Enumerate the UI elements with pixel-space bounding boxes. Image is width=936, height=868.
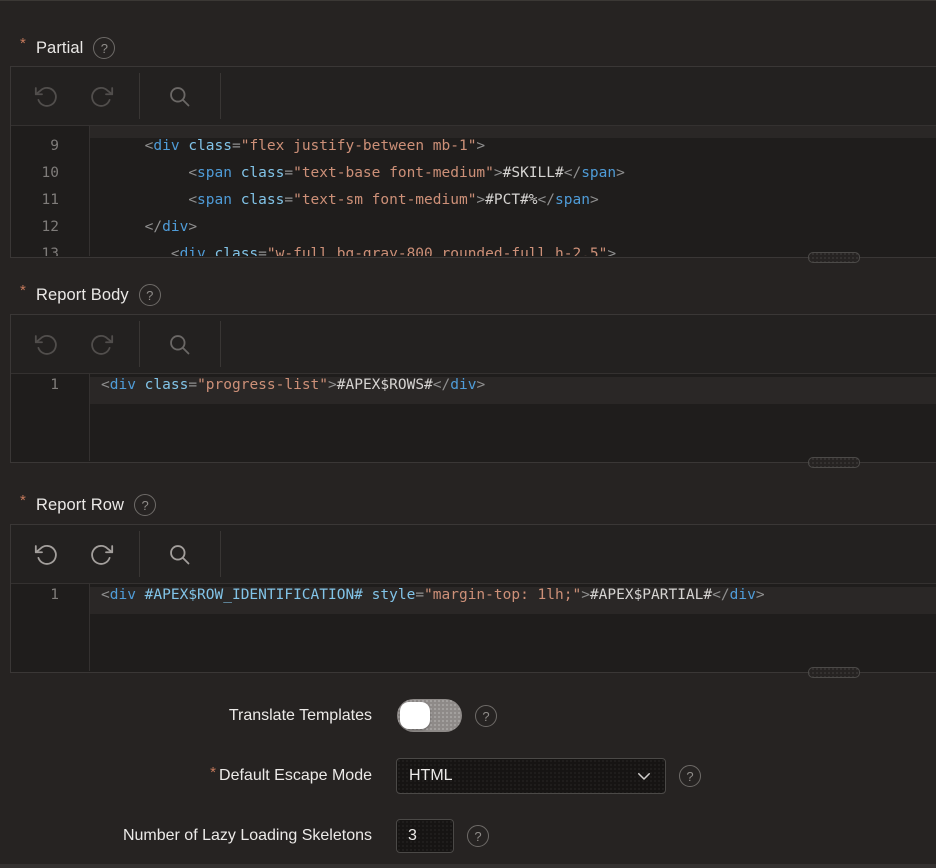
undo-icon: [33, 83, 60, 110]
line-number: 12: [11, 219, 89, 246]
translate-templates-help-button[interactable]: ?: [475, 705, 497, 727]
required-marker: *: [20, 492, 26, 509]
search-button[interactable]: [166, 331, 193, 358]
report-body-label-text: Report Body: [36, 286, 129, 305]
line-number-gutter: 1: [11, 374, 90, 461]
toolbar-divider: [220, 73, 221, 119]
redo-button[interactable]: [88, 541, 115, 568]
partial-code-editor: 8910111213 {else/} <div class="flex just…: [10, 66, 936, 258]
code-line[interactable]: <span class="text-sm font-medium">#PCT#%…: [90, 192, 936, 219]
line-number: 1: [11, 377, 89, 404]
code-line[interactable]: </div>: [90, 219, 936, 246]
code-line[interactable]: <div class="flex justify-between mb-1">: [90, 138, 936, 165]
section-divider: [0, 864, 936, 868]
editor-toolbar: [11, 315, 936, 374]
code-line[interactable]: <div class="progress-list">#APEX$ROWS#</…: [90, 377, 936, 404]
report-row-code-editor: 1 <div #APEX$ROW_IDENTIFICATION# style="…: [10, 524, 936, 673]
undo-icon: [33, 541, 60, 568]
editor-toolbar: [11, 525, 936, 584]
code-line[interactable]: <div #APEX$ROW_IDENTIFICATION# style="ma…: [90, 587, 936, 614]
help-icon: ?: [686, 770, 693, 783]
code-content[interactable]: <div #APEX$ROW_IDENTIFICATION# style="ma…: [90, 584, 936, 671]
translate-templates-label: Translate Templates: [229, 707, 372, 725]
undo-button[interactable]: [33, 331, 60, 358]
report-row-help-button[interactable]: ?: [134, 494, 156, 516]
code-line[interactable]: <span class="text-base font-medium">#SKI…: [90, 165, 936, 192]
report-body-help-button[interactable]: ?: [139, 284, 161, 306]
lazy-skeletons-label: Number of Lazy Loading Skeletons: [123, 827, 372, 845]
line-number: 10: [11, 165, 89, 192]
report-row-label-text: Report Row: [36, 496, 124, 515]
redo-button[interactable]: [88, 331, 115, 358]
help-icon: ?: [146, 289, 153, 302]
code-area[interactable]: 8910111213 {else/} <div class="flex just…: [11, 126, 936, 256]
help-icon: ?: [101, 42, 108, 55]
editor-resize-handle[interactable]: [808, 457, 860, 468]
editor-resize-handle[interactable]: [808, 667, 860, 678]
code-line[interactable]: {else/}: [90, 126, 936, 138]
help-icon: ?: [141, 499, 148, 512]
template-editor-panel: *Partial ? 8910111213 {else/} <div class…: [0, 0, 936, 868]
default-escape-mode-select[interactable]: HTML: [396, 758, 666, 794]
line-number: 13: [11, 246, 89, 256]
search-icon: [166, 331, 193, 358]
search-icon: [166, 541, 193, 568]
report-body-code-editor: 1 <div class="progress-list">#APEX$ROWS#…: [10, 314, 936, 463]
code-area[interactable]: 1 <div #APEX$ROW_IDENTIFICATION# style="…: [11, 584, 936, 671]
partial-field-label: * Partial ?: [20, 37, 115, 59]
search-button[interactable]: [166, 541, 193, 568]
partial-label-text: Partial: [36, 39, 83, 58]
editor-toolbar: [11, 67, 936, 126]
undo-icon: [33, 331, 60, 358]
line-number: 9: [11, 138, 89, 165]
undo-button[interactable]: [33, 83, 60, 110]
lazy-skeletons-input[interactable]: [396, 819, 454, 853]
line-number-gutter: 1: [11, 584, 90, 671]
default-escape-mode-label: * Default Escape Mode: [210, 767, 372, 785]
lazy-skeletons-label-text: Number of Lazy Loading Skeletons: [123, 827, 372, 845]
required-marker: *: [210, 764, 216, 781]
toolbar-divider: [139, 531, 140, 577]
code-content[interactable]: <div class="progress-list">#APEX$ROWS#</…: [90, 374, 936, 461]
undo-button[interactable]: [33, 541, 60, 568]
report-body-field-label: * Report Body ?: [20, 284, 161, 306]
translate-templates-label-text: Translate Templates: [229, 707, 372, 725]
chevron-down-icon: [635, 767, 653, 785]
line-number-gutter: 8910111213: [11, 126, 90, 256]
redo-icon: [88, 83, 115, 110]
toggle-knob: [400, 702, 430, 729]
line-number: 11: [11, 192, 89, 219]
toolbar-divider: [220, 321, 221, 367]
redo-button[interactable]: [88, 83, 115, 110]
code-area[interactable]: 1 <div class="progress-list">#APEX$ROWS#…: [11, 374, 936, 461]
toolbar-divider: [139, 73, 140, 119]
default-escape-mode-label-text: Default Escape Mode: [219, 767, 372, 785]
search-button[interactable]: [166, 83, 193, 110]
toolbar-divider: [139, 321, 140, 367]
search-icon: [166, 83, 193, 110]
required-marker: *: [20, 282, 26, 299]
partial-help-button[interactable]: ?: [93, 37, 115, 59]
code-content[interactable]: {else/} <div class="flex justify-between…: [90, 126, 936, 256]
line-number: 8: [11, 126, 89, 138]
required-marker: *: [20, 35, 26, 52]
redo-icon: [88, 331, 115, 358]
default-escape-mode-help-button[interactable]: ?: [679, 765, 701, 787]
editor-resize-handle[interactable]: [808, 252, 860, 263]
report-row-field-label: * Report Row ?: [20, 494, 156, 516]
help-icon: ?: [474, 830, 481, 843]
lazy-skeletons-help-button[interactable]: ?: [467, 825, 489, 847]
line-number: 1: [11, 587, 89, 614]
selected-value: HTML: [409, 767, 635, 785]
toolbar-divider: [220, 531, 221, 577]
redo-icon: [88, 541, 115, 568]
help-icon: ?: [482, 710, 489, 723]
translate-templates-toggle[interactable]: [397, 699, 462, 732]
